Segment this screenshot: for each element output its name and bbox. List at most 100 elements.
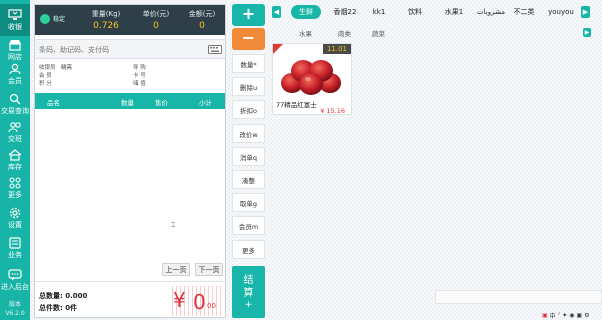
sidebar-item-label: 设置 — [8, 221, 22, 229]
unit-price-value: 0 — [153, 21, 159, 31]
tab-misc[interactable]: 不二类 — [509, 5, 539, 19]
sidebar-item-label: 收银 — [8, 23, 22, 31]
sidebar-item-settings[interactable]: 设置 — [0, 202, 30, 234]
tab-fresh[interactable]: 生鲜 — [291, 5, 321, 19]
checkout-plus: + — [244, 300, 253, 310]
total-amount-display: ¥ 0 00 — [169, 286, 221, 316]
checkout-label-1: 结 — [243, 275, 254, 286]
monitor-icon — [8, 9, 22, 20]
column-price: 售价 — [155, 99, 168, 107]
member-icon — [9, 63, 21, 75]
tab-drinks[interactable]: 饮料 — [403, 5, 427, 19]
order-panel: 稳定 重量(Kg) 0.726 单价(元) 0 金额(元) 0 收银员 晓亮 导… — [34, 4, 226, 318]
unit-price-col: 单价(元) 0 — [131, 9, 181, 31]
sidebar: 收银 网店 会员 交易查询 交班 库存 更多 设置 业务 进入后台 版本 V6.… — [0, 0, 30, 320]
tray-star-icon[interactable]: ✦ — [562, 312, 567, 319]
tray-window-icon[interactable]: ▣ — [577, 312, 583, 319]
version-info: 版本 V6.2.0 — [0, 298, 30, 320]
subtab-meat[interactable]: 肉类 — [338, 28, 351, 38]
member-button[interactable]: 会员m — [232, 216, 265, 235]
search-icon — [9, 93, 21, 105]
total-amount-cents: 00 — [207, 302, 216, 310]
action-column: + − 数量* 删除u 折扣o 改价w 消单q 凑整 取单g 会员m 更多 结 … — [232, 4, 265, 318]
amount-value: 0 — [199, 21, 205, 31]
bottom-input-field[interactable] — [435, 290, 602, 304]
cancel-order-button[interactable]: 消单q — [232, 147, 265, 166]
category-tab-bar: ◀ 生鲜 香烟22 kk1 饮料 水果1 مشروبات 不二类 youyou … — [271, 0, 602, 25]
subtab-next-icon[interactable]: ▶ — [583, 28, 591, 37]
tab-fruit1[interactable]: 水果1 — [439, 5, 469, 19]
tab-kk1[interactable]: kk1 — [367, 5, 391, 19]
reduce-quantity-button[interactable]: − — [232, 28, 265, 50]
version-number: V6.2.0 — [5, 310, 25, 317]
sidebar-item-business[interactable]: 业务 — [0, 232, 30, 264]
total-qty-value: 0.000 — [65, 292, 88, 300]
tray-logo-icon[interactable]: ▣ — [542, 312, 548, 319]
chat-icon — [8, 269, 22, 281]
subtab-fruit[interactable]: 水果 — [299, 28, 312, 38]
sidebar-item-label: 会员 — [8, 77, 22, 85]
quantity-button[interactable]: 数量* — [232, 54, 265, 73]
shop-icon — [9, 40, 21, 51]
cashier-value: 晓亮 — [61, 65, 73, 71]
stable-indicator-icon — [40, 14, 50, 24]
discount-button[interactable]: 折扣o — [232, 100, 265, 119]
change-price-button[interactable]: 改价w — [232, 124, 265, 143]
more-icon — [9, 177, 21, 189]
round-off-button[interactable]: 凑整 — [232, 170, 265, 189]
scale-bar: 稳定 重量(Kg) 0.726 单价(元) 0 金额(元) 0 — [35, 5, 225, 35]
sidebar-item-more[interactable]: 更多 — [0, 172, 30, 204]
sidebar-item-member[interactable]: 会员 — [0, 58, 30, 90]
total-count-value: 0件 — [65, 304, 78, 312]
delete-button[interactable]: 删除u — [232, 77, 265, 96]
order-table-header: 品名 数量 售价 小计 — [35, 93, 225, 109]
weight-value: 0.726 — [93, 21, 119, 31]
sidebar-item-label: 进入后台 — [1, 283, 29, 291]
amount-col: 金额(元) 0 — [177, 9, 227, 31]
tray-cursor-icon[interactable]: ᐟ — [558, 312, 561, 319]
checkout-label-2: 算 — [243, 288, 254, 299]
balance-label: 储 值 — [133, 81, 146, 87]
tray-settings-icon[interactable]: ⚙ — [584, 312, 589, 319]
next-page-button[interactable]: 下一页 — [195, 263, 223, 276]
subcategory-bar: 水果 肉类 蔬菜 ▶ — [271, 26, 602, 40]
prev-page-button[interactable]: 上一页 — [162, 263, 190, 276]
scale-status: 稳定 — [53, 16, 66, 23]
red-apples-image — [281, 60, 341, 95]
sidebar-item-label: 更多 — [8, 191, 22, 199]
points-label: 积 分 — [39, 81, 52, 87]
tab-arabic-drinks[interactable]: مشروبات — [475, 5, 507, 19]
sidebar-item-label: 交班 — [8, 135, 22, 143]
tray-record-icon[interactable]: ◉ — [569, 312, 574, 319]
guide-label: 导 购 — [133, 65, 146, 71]
column-qty: 数量 — [121, 99, 134, 107]
tab-prev-icon[interactable]: ◀ — [272, 6, 281, 18]
sidebar-item-backend[interactable]: 进入后台 — [0, 264, 30, 296]
weight-label: 重量(Kg) — [91, 10, 121, 18]
sidebar-item-checkout[interactable]: 收银 — [0, 4, 30, 36]
checkout-button[interactable]: 结 算 + — [232, 266, 265, 318]
tab-cigarettes[interactable]: 香烟22 — [327, 5, 363, 19]
retrieve-order-button[interactable]: 取单g — [232, 193, 265, 212]
total-amount-value: 0 — [193, 290, 206, 314]
member-info-block: 收银员 晓亮 导 购 会 员 卡 号 积 分 储 值 — [35, 63, 225, 93]
barcode-search-input[interactable] — [39, 43, 199, 57]
tab-youyou[interactable]: youyou — [545, 5, 577, 19]
tray-lang-icon[interactable]: 中 — [550, 311, 556, 320]
product-card[interactable]: 11.01 77精品红富士 ¥ 15.16 — [272, 43, 352, 115]
total-qty-label: 总数量: — [39, 292, 63, 300]
tab-next-icon[interactable]: ▶ — [581, 6, 590, 18]
mouse-cursor-icon: ⌶ — [171, 221, 176, 229]
total-count-label: 总件数: — [39, 304, 63, 312]
add-quantity-button[interactable]: + — [232, 4, 265, 26]
unit-price-label: 单价(元) — [142, 10, 170, 18]
order-table-body[interactable]: ⌶ — [35, 109, 225, 261]
system-tray: ▣ 中 ᐟ ✦ ◉ ▣ ⚙ — [540, 311, 602, 320]
more-actions-button[interactable]: 更多 — [232, 240, 265, 259]
keyboard-icon[interactable] — [208, 45, 222, 54]
column-name: 品名 — [47, 99, 60, 107]
cashier-label: 收银员 — [39, 65, 56, 71]
product-name: 77精品红富士 — [276, 101, 317, 109]
search-row — [35, 39, 225, 59]
subtab-vegetables[interactable]: 蔬菜 — [372, 28, 385, 38]
